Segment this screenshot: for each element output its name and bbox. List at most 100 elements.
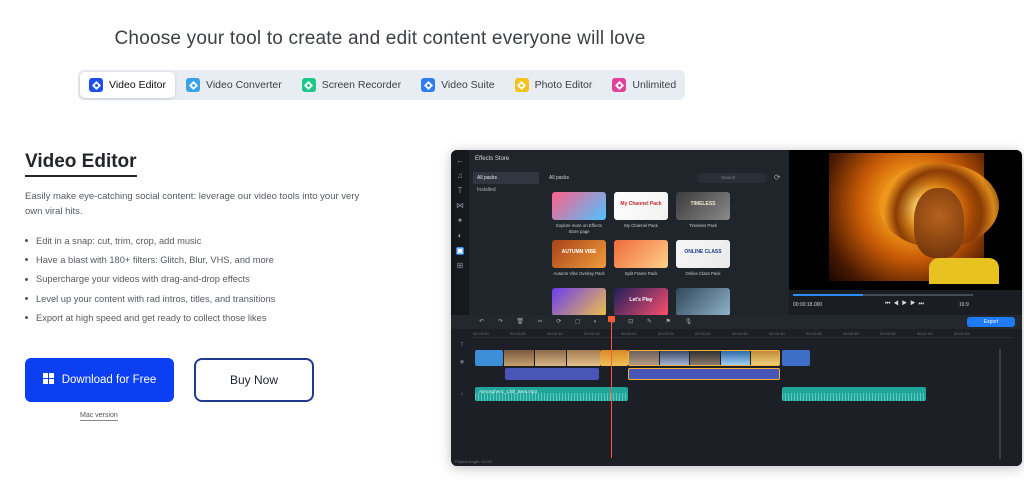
tab-photo-editor[interactable]: Photo Editor xyxy=(506,72,602,98)
effect-pack-card: Split Frame Pack xyxy=(614,240,668,277)
bullet-icon xyxy=(25,239,28,243)
frame xyxy=(503,350,534,366)
effects-store-panel: Effects Store All packs Installed All pa… xyxy=(469,150,789,316)
volume-meter xyxy=(999,349,1001,459)
video-preview xyxy=(789,150,1022,290)
tab-screen-recorder[interactable]: Screen Recorder xyxy=(293,72,410,98)
pack-thumbnail: AUTUMN VIBE xyxy=(552,240,606,268)
editing-toolbar: ↶ ↷ 🗑 ✂ ⟳ ◻ ◐ ≡ ⊡ ✎ ⚑ 🎙 Export xyxy=(451,315,1022,329)
music-icon: ♫ xyxy=(457,171,463,180)
feature-text: Have a blast with 180+ filters: Glitch, … xyxy=(36,254,274,265)
bullet-icon xyxy=(25,297,28,301)
effect-pack-card: TIMELESS Timeless Pack xyxy=(676,192,730,229)
product-logo-icon xyxy=(421,78,436,92)
playhead-handle xyxy=(608,316,615,322)
section-description: Easily make eye-catching social content:… xyxy=(25,191,360,217)
timeline-ruler: 00:00:00 00:00:05 00:00:10 00:00:15 00:00:20… xyxy=(473,329,1013,338)
video-clip-2 xyxy=(600,350,628,366)
packs-heading: All packs xyxy=(549,175,570,181)
pack-thumbnail xyxy=(552,288,606,316)
ruler-tick: 00:00:25 xyxy=(658,331,674,336)
effect-pack-card xyxy=(676,288,730,316)
feature-item: Edit in a snap: cut, trim, crop, add mus… xyxy=(25,231,275,250)
product-logo-icon xyxy=(514,78,529,92)
audio-clip-label: Atmospheric_Chill_Beat.mp3 xyxy=(479,389,538,394)
frame xyxy=(534,350,567,366)
buy-now-button[interactable]: Buy Now xyxy=(194,358,314,402)
pack-thumbnail: TIMELESS xyxy=(676,192,730,220)
bullet-icon xyxy=(25,277,28,281)
scrubber-fill xyxy=(793,294,863,296)
magic-wand-icon: ✦ xyxy=(456,216,464,225)
tab-label: Photo Editor xyxy=(534,79,593,91)
product-tabs: Video Editor Video Converter Screen Record… xyxy=(78,70,685,100)
section-title: Video Editor xyxy=(25,151,137,177)
title-track-label: T xyxy=(460,342,464,348)
store-side-item-all: All packs xyxy=(473,172,539,184)
waveform xyxy=(475,393,628,401)
download-button[interactable]: Download for Free xyxy=(25,358,174,402)
audio-clip-1: Atmospheric_Chill_Beat.mp3 xyxy=(475,387,628,401)
transition-icon: ⋈ xyxy=(456,201,464,210)
frame xyxy=(751,351,779,365)
feature-item: Export at high speed and get ready to co… xyxy=(25,308,275,327)
ruler-tick: 00:00:35 xyxy=(732,331,748,336)
ruler-tick: 00:00:10 xyxy=(547,331,563,336)
tab-unlimited[interactable]: Unlimited xyxy=(603,72,685,98)
pack-thumbnail: ONLINE CLASS xyxy=(676,240,730,268)
tab-label: Video Suite xyxy=(441,79,495,91)
app-left-rail: ← ♫ T ⋈ ✦ ◐ ▣ ⊞ xyxy=(451,150,469,315)
store-title: Effects Store xyxy=(475,156,510,162)
tab-label: Video Editor xyxy=(109,79,167,91)
effects-store-icon: ▣ xyxy=(456,246,464,255)
video-track-label: ◉ xyxy=(459,359,465,365)
video-clip-4 xyxy=(782,350,810,366)
product-logo-icon xyxy=(186,78,201,92)
tab-label: Screen Recorder xyxy=(321,79,402,91)
pack-thumbnail-title: AUTUMN VIBE xyxy=(561,249,597,255)
pack-label: Autumn Vibe Overlay Pack xyxy=(553,271,605,276)
grid-icon: ⊞ xyxy=(456,261,464,270)
effect-pack-card: Explore more on Effects Store page xyxy=(552,192,606,234)
bullet-icon xyxy=(25,316,28,320)
tab-label: Video Converter xyxy=(206,79,282,91)
toolbar-icons: ↶ ↷ 🗑 ✂ ⟳ ◻ ◐ ≡ ⊡ ✎ ⚑ 🎙 xyxy=(479,319,699,325)
video-clip-1 xyxy=(475,350,600,366)
feature-text: Export at high speed and get ready to co… xyxy=(36,312,267,323)
frame xyxy=(720,351,751,365)
waveform xyxy=(782,393,926,401)
pack-thumbnail xyxy=(614,240,668,268)
back-arrow-icon: ← xyxy=(456,156,464,165)
store-search-field: Search xyxy=(697,173,767,183)
ruler-tick: 00:00:40 xyxy=(769,331,785,336)
project-length: Project length: 01:00 xyxy=(455,459,492,464)
overlay-clip-1 xyxy=(505,368,599,380)
tab-video-suite[interactable]: Video Suite xyxy=(412,72,504,98)
effect-pack-card xyxy=(552,288,606,316)
pack-thumbnail-title: My Channel Pack xyxy=(620,201,662,207)
ruler-tick: 00:01:00 xyxy=(917,331,933,336)
pack-thumbnail-title: ONLINE CLASS xyxy=(684,249,722,255)
playback-controls: ⏮◀▶▶⏭ xyxy=(885,301,927,307)
overlay-clip-2 xyxy=(628,368,780,380)
download-button-label: Download for Free xyxy=(61,374,157,386)
feature-item: Supercharge your videos with drag-and-dr… xyxy=(25,270,275,289)
ruler-tick: 00:00:30 xyxy=(695,331,711,336)
video-clip-3-selected xyxy=(628,350,780,366)
ruler-tick: 00:00:05 xyxy=(510,331,526,336)
pack-label: Timeless Pack xyxy=(689,223,717,228)
feature-text: Edit in a snap: cut, trim, crop, add mus… xyxy=(36,235,202,246)
tab-video-editor[interactable]: Video Editor xyxy=(80,72,176,98)
tab-video-converter[interactable]: Video Converter xyxy=(177,72,291,98)
frame xyxy=(690,351,720,365)
refresh-icon: ⟳ xyxy=(774,173,781,182)
pack-label: Explore more on Effects Store page xyxy=(556,223,602,234)
player-bar: 00:00:18.000 ⏮◀▶▶⏭ 16:9 xyxy=(789,290,1022,315)
pack-thumbnail: My Channel Pack xyxy=(614,192,668,220)
mac-version-link[interactable]: Mac version xyxy=(80,412,118,421)
store-side-item-installed: Installed xyxy=(477,187,496,193)
feature-text: Level up your content with rad intros, t… xyxy=(36,293,276,304)
effect-pack-card: AUTUMN VIBE Autumn Vibe Overlay Pack xyxy=(552,240,606,277)
ruler-tick: 00:00:55 xyxy=(880,331,896,336)
pack-thumbnail xyxy=(552,192,606,220)
